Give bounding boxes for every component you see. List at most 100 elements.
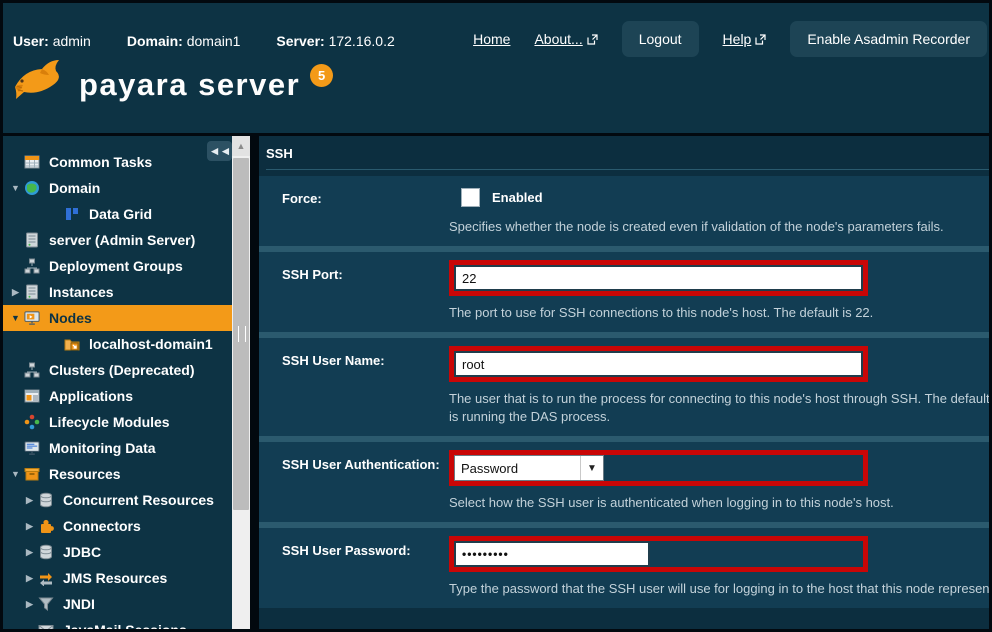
form: Force: Enabled Specifies whether the node … <box>259 176 989 608</box>
domain-info: Domain: domain1 <box>127 33 241 49</box>
expander-down-icon[interactable]: ▼ <box>7 183 24 193</box>
main-content: SSH Force: Enabled Specifies whether the n… <box>259 136 989 629</box>
table-icon <box>24 154 40 170</box>
sidebar-item-label: Common Tasks <box>49 154 152 170</box>
home-link[interactable]: Home <box>473 31 510 47</box>
about-link[interactable]: About... <box>534 31 597 47</box>
form-row-ssh-user-name: SSH User Name:The user that is to run th… <box>259 338 989 436</box>
expander-right-icon[interactable]: ▶ <box>21 599 38 610</box>
ssh-user-name-help-text: The user that is to run the process for … <box>449 390 989 426</box>
resources-icon <box>24 466 40 482</box>
database-icon <box>38 492 54 508</box>
ssh-user-name-control: The user that is to run the process for … <box>449 346 989 426</box>
help-link[interactable]: Help <box>723 31 767 47</box>
ssh-port-help-text: The port to use for SSH connections to t… <box>449 304 989 322</box>
sidebar-item-label: Monitoring Data <box>49 440 156 456</box>
ssh-user-name-label: SSH User Name: <box>282 346 449 426</box>
annotation-highlight-box: Password▼ <box>449 450 868 486</box>
expander-right-icon[interactable]: ▶ <box>21 521 38 532</box>
user-info: User: admin <box>13 33 91 49</box>
form-row-ssh-port: SSH Port:The port to use for SSH connect… <box>259 252 989 332</box>
form-row-ssh-user-password: SSH User Password:Type the password that… <box>259 528 989 608</box>
annotation-highlight-box <box>449 536 868 572</box>
session-info: User: admin Domain: domain1 Server: 172.… <box>13 33 395 49</box>
external-link-icon <box>587 34 598 45</box>
sidebar-item-label: Nodes <box>49 310 92 326</box>
jms-icon <box>38 570 54 586</box>
lifecycle-icon <box>24 414 40 430</box>
sidebar-item-label: Domain <box>49 180 100 196</box>
sidebar-item-instances[interactable]: ▶Instances <box>3 279 232 305</box>
ssh-user-auth-help-text: Select how the SSH user is authenticated… <box>449 494 989 512</box>
ssh-user-password-label: SSH User Password: <box>282 536 449 598</box>
sidebar-item-deployment-groups[interactable]: Deployment Groups <box>3 253 232 279</box>
sidebar-item-server-admin-server[interactable]: server (Admin Server) <box>3 227 232 253</box>
nodes-icon <box>24 310 40 326</box>
ssh-user-password-control: Type the password that the SSH user will… <box>449 536 989 598</box>
sidebar-item-clusters-deprecated[interactable]: Clusters (Deprecated) <box>3 357 232 383</box>
external-link-icon <box>755 34 766 45</box>
brand-name: payara server <box>79 67 300 103</box>
sidebar-item-monitoring-data[interactable]: Monitoring Data <box>3 435 232 461</box>
expander-right-icon[interactable]: ▶ <box>21 573 38 584</box>
expander-down-icon[interactable]: ▼ <box>7 469 24 479</box>
form-row-ssh-user-auth: SSH User Authentication:Password▼Select … <box>259 442 989 522</box>
sidebar-item-nodes[interactable]: ▼ Nodes <box>3 305 232 331</box>
force-checkbox-label: Enabled <box>492 190 543 205</box>
sidebar-item-lifecycle-modules[interactable]: Lifecycle Modules <box>3 409 232 435</box>
expander-right-icon[interactable]: ▶ <box>21 495 38 506</box>
page-title: SSH <box>266 146 989 170</box>
force-checkbox[interactable] <box>461 188 480 207</box>
applications-icon <box>24 388 40 404</box>
database-icon <box>38 544 54 560</box>
version-badge: 5 <box>310 64 333 87</box>
ssh-user-password-input[interactable] <box>454 541 650 567</box>
annotation-highlight-box <box>449 260 868 296</box>
sidebar-scrollbar[interactable]: ▲ <box>232 136 250 629</box>
force-help-text: Specifies whether the node is created ev… <box>449 218 989 236</box>
hierarchy-icon <box>24 258 40 274</box>
sidebar-item-jms-resources[interactable]: ▶JMS Resources <box>3 565 232 591</box>
annotation-highlight-box <box>449 346 868 382</box>
sidebar-item-label: Lifecycle Modules <box>49 414 170 430</box>
ssh-user-auth-select[interactable]: Password▼ <box>454 455 604 481</box>
server-icon <box>24 232 40 248</box>
sidebar-item-jdbc[interactable]: ▶JDBC <box>3 539 232 565</box>
sidebar-item-resources[interactable]: ▼Resources <box>3 461 232 487</box>
payara-admin-console-window: User: admin Domain: domain1 Server: 172.… <box>0 0 992 632</box>
force-control: Enabled Specifies whether the node is cre… <box>449 184 989 236</box>
mail-icon <box>38 622 54 629</box>
sidebar-item-label: JNDI <box>63 596 95 612</box>
scrollbar-up-arrow-icon[interactable]: ▲ <box>232 136 250 156</box>
payara-fish-logo-icon <box>11 57 67 112</box>
ssh-port-label: SSH Port: <box>282 260 449 322</box>
ssh-user-auth-control: Password▼ Select how the SSH user is auth… <box>449 450 989 512</box>
enable-asadmin-recorder-button[interactable]: Enable Asadmin Recorder <box>790 21 987 57</box>
sidebar-item-domain[interactable]: ▼ Domain <box>3 175 232 201</box>
sidebar-item-label: localhost-domain1 <box>89 336 213 352</box>
funnel-icon <box>38 596 54 612</box>
force-label: Force: <box>282 184 449 236</box>
hierarchy-icon <box>24 362 40 378</box>
sidebar-item-applications[interactable]: Applications <box>3 383 232 409</box>
brand: payara server 5 <box>11 57 333 112</box>
selected-option: Password <box>455 461 580 476</box>
sidebar-item-javamail-sessions[interactable]: JavaMail Sessions <box>3 617 232 629</box>
sidebar-item-data-grid[interactable]: Data Grid <box>3 201 232 227</box>
ssh-port-input[interactable] <box>454 265 863 291</box>
scrollbar-thumb[interactable] <box>233 158 249 510</box>
dropdown-arrow-icon: ▼ <box>580 456 603 480</box>
sidebar-item-label: Clusters (Deprecated) <box>49 362 195 378</box>
sidebar-item-concurrent-resources[interactable]: ▶Concurrent Resources <box>3 487 232 513</box>
server-icon <box>24 284 40 300</box>
sidebar-item-localhost-domain1[interactable]: localhost-domain1 <box>3 331 232 357</box>
sidebar-collapse-button[interactable]: ◄◄ <box>207 141 232 161</box>
expander-right-icon[interactable]: ▶ <box>7 287 24 298</box>
sidebar-item-common-tasks[interactable]: Common Tasks <box>3 149 232 175</box>
sidebar-item-connectors[interactable]: ▶Connectors <box>3 513 232 539</box>
sidebar-item-jndi[interactable]: ▶ JNDI <box>3 591 232 617</box>
ssh-user-name-input[interactable] <box>454 351 863 377</box>
expander-right-icon[interactable]: ▶ <box>21 547 38 558</box>
expander-down-icon[interactable]: ▼ <box>7 313 24 323</box>
logout-button[interactable]: Logout <box>622 21 699 57</box>
